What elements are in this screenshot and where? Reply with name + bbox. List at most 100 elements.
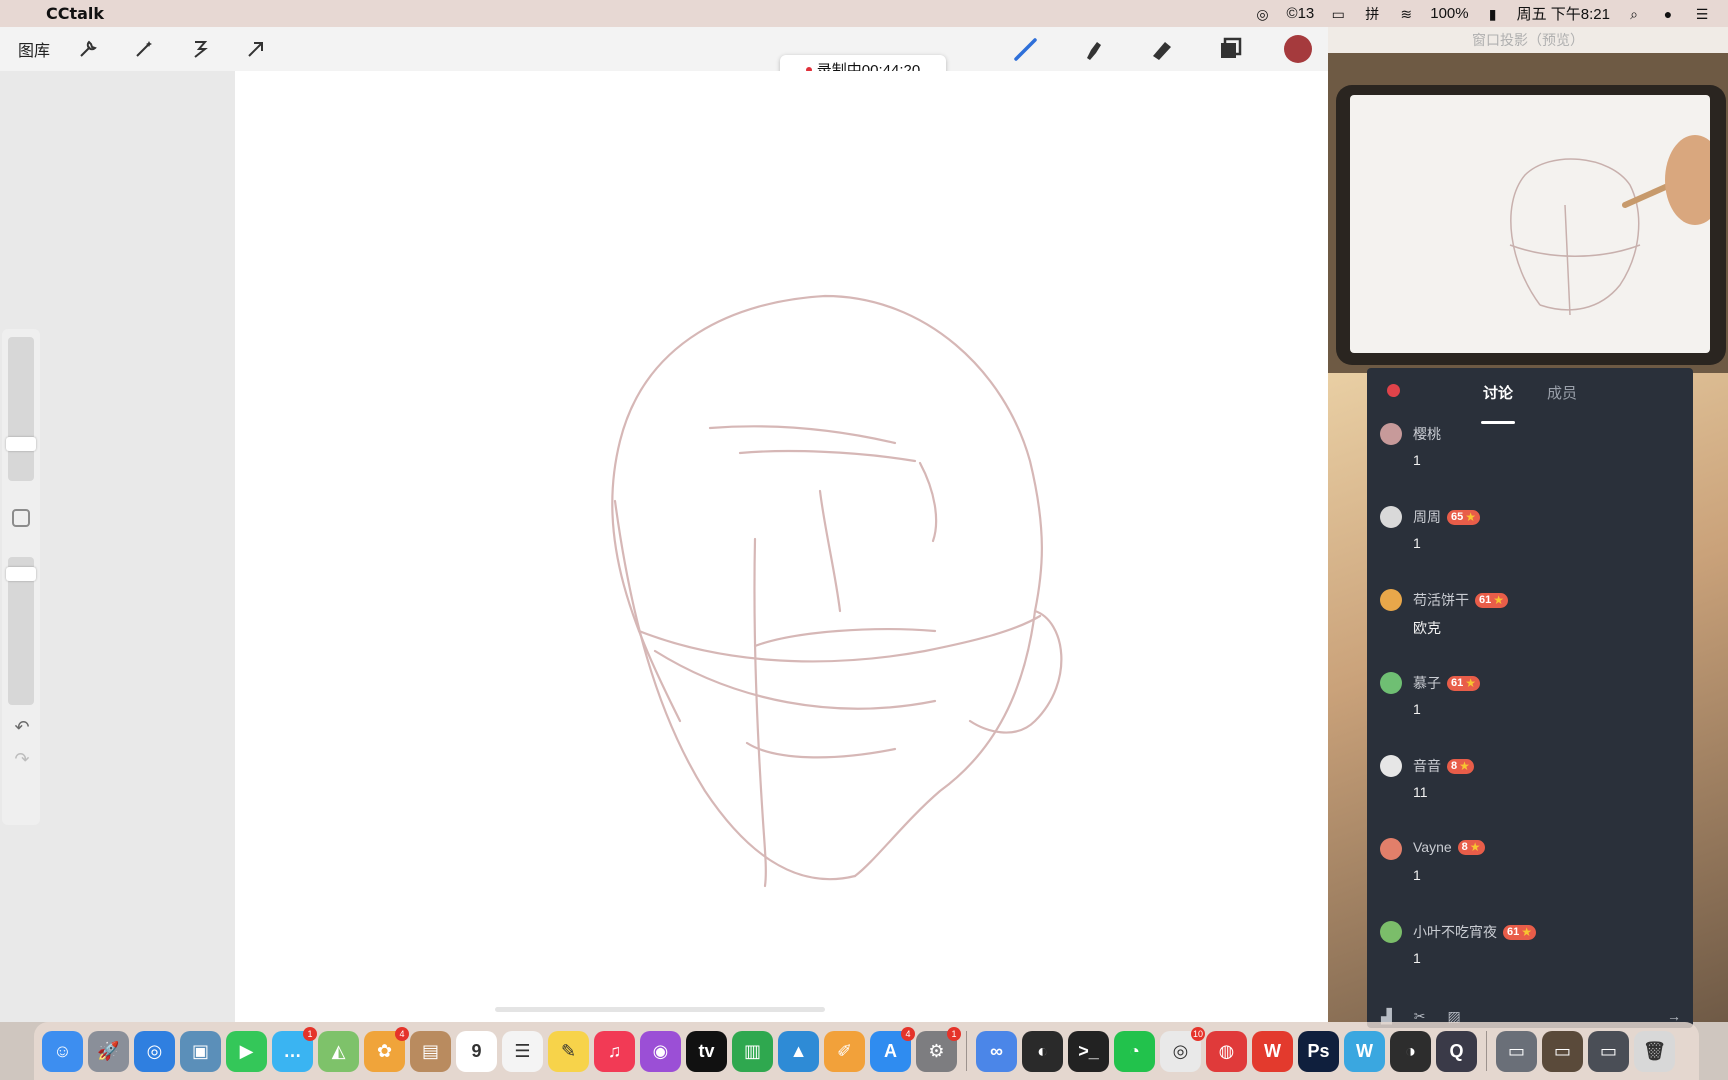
actions-wrench-icon[interactable] [70, 31, 106, 67]
dock-cpu-monitor-icon[interactable]: ◐ [1022, 1030, 1063, 1072]
chat-username[interactable]: 慕子 [1413, 673, 1441, 693]
dock-baidu-netdisk-icon[interactable]: ∞ [976, 1030, 1017, 1072]
eraser-icon[interactable] [1144, 31, 1180, 67]
dock-glyph: ✐ [836, 1040, 853, 1061]
camera-preview [1328, 53, 1728, 373]
transform-arrow-icon[interactable] [238, 31, 274, 67]
brush-size-slider[interactable] [8, 337, 34, 481]
notification-center-icon[interactable]: ☰ [1692, 6, 1712, 22]
dock-recent-window-2-icon[interactable]: ▭ [1542, 1030, 1583, 1072]
level-badge-number: 61 [1451, 677, 1464, 689]
undo-icon[interactable]: ↶ [12, 717, 32, 738]
app-name-menu[interactable]: CCtalk [46, 4, 104, 23]
dock-glyph: ▭ [1507, 1040, 1525, 1061]
modify-button[interactable] [12, 509, 30, 527]
dock-safari-icon[interactable]: ◎ [134, 1030, 175, 1072]
avatar[interactable] [1380, 755, 1402, 777]
chat-username[interactable]: 苟活饼干 [1413, 590, 1469, 610]
dock-notes-icon[interactable]: ✎ [548, 1030, 589, 1072]
dock-photos-icon[interactable]: ✿ 4 [364, 1026, 409, 1072]
chat-message-text: 1 [1413, 452, 1421, 468]
dock-facetime-icon[interactable]: ▶ [226, 1030, 267, 1072]
dock-netease-music-icon[interactable]: ◍ [1206, 1030, 1247, 1072]
chat-username[interactable]: Vayne [1413, 839, 1452, 855]
smudge-icon[interactable] [1076, 31, 1112, 67]
tab-members[interactable]: 成员 [1547, 382, 1577, 412]
dock-recent-window-3-icon[interactable]: ▭ [1588, 1030, 1629, 1072]
chat-message-text: 1 [1413, 867, 1421, 883]
dock: ☺ 🚀 ◎ ▣ ▶… 1 ◭ ✿ 4 ▤ 9 ☰ ✎ ♫ ◉ tv ▥ ▲ ✐ A 4 ⚙ 1 ∞ ◐ >_ ◔ ◎ 10 ◍ W Ps W ◑ Q… [34, 1022, 1699, 1080]
chat-username[interactable]: 樱桃 [1413, 424, 1441, 444]
dock-trash-icon[interactable]: 🗑 [1634, 1030, 1675, 1072]
dock-app-store-icon[interactable]: A4 [870, 1026, 915, 1072]
side-panel: ↶ ↷ [0, 71, 235, 1022]
chat-message-text: 欧克 [1413, 620, 1441, 636]
avatar[interactable] [1380, 589, 1402, 611]
dock-photoshop-icon[interactable]: Ps [1298, 1030, 1339, 1072]
level-badge: 8 ★ [1457, 839, 1485, 855]
dock-keynote-icon[interactable]: ▲ [778, 1030, 819, 1072]
dock-messages-icon[interactable]: … 1 [272, 1026, 317, 1072]
cctalk-status[interactable]: ©13 [1287, 5, 1315, 22]
selection-icon[interactable] [182, 31, 218, 67]
chat-username[interactable]: 小叶不吃宵夜 [1413, 922, 1497, 942]
dock-calendar-icon[interactable]: 9 [456, 1030, 497, 1072]
level-badge: 65 ★ [1447, 509, 1481, 525]
redo-icon[interactable]: ↷ [12, 749, 32, 770]
avatar[interactable] [1380, 506, 1402, 528]
dock-wps-icon[interactable]: W [1252, 1030, 1293, 1072]
dock-reminders-icon[interactable]: ☰ [502, 1030, 543, 1072]
drawing-canvas[interactable] [235, 71, 1328, 1022]
dock-preview-icon[interactable]: ▣ [180, 1030, 221, 1072]
siri-icon[interactable]: ● [1658, 6, 1678, 22]
dock-numbers-icon[interactable]: ▥ [732, 1030, 773, 1072]
dock-pages-icon[interactable]: ✐ [824, 1030, 865, 1072]
dock-wechat-icon[interactable]: ◔ [1114, 1030, 1155, 1072]
avatar[interactable] [1380, 921, 1402, 943]
battery-icon[interactable]: ▮ [1483, 6, 1503, 22]
obs-status-icon[interactable]: ◎ [1253, 6, 1273, 22]
dock-tv-icon[interactable]: tv [686, 1030, 727, 1072]
color-picker[interactable] [1280, 31, 1316, 67]
level-badge-number: 61 [1479, 594, 1492, 606]
display-icon[interactable]: ▭ [1328, 6, 1348, 22]
dock-podcasts-icon[interactable]: ◉ [640, 1030, 681, 1072]
layers-icon[interactable] [1212, 31, 1248, 67]
dock-maps-icon[interactable]: ◭ [318, 1030, 359, 1072]
input-method-icon[interactable]: 拼 [1362, 6, 1382, 22]
head-sketch [611, 294, 1063, 888]
dock-finder-icon[interactable]: ☺ [42, 1030, 83, 1072]
dock-glyph: ▣ [191, 1040, 209, 1061]
brush-size-handle[interactable] [6, 437, 36, 451]
clock[interactable]: 周五 下午8:21 [1517, 3, 1610, 24]
dock-system-preferences-icon[interactable]: ⚙ 1 [916, 1026, 961, 1072]
chat-message-text: 1 [1413, 701, 1421, 717]
dock-chrome-icon[interactable]: ◎ 10 [1160, 1026, 1205, 1072]
tab-discussion[interactable]: 讨论 [1480, 382, 1516, 424]
chat-username[interactable]: 周周 [1413, 507, 1441, 527]
dock-obs-icon[interactable]: ◑ [1390, 1030, 1431, 1072]
ipad-screen-image [1350, 95, 1725, 353]
top-toolbar: 图库 [0, 27, 1328, 71]
dock-word-app-icon[interactable]: W [1344, 1030, 1385, 1072]
dock-separator [966, 1031, 967, 1071]
avatar[interactable] [1380, 423, 1402, 445]
avatar[interactable] [1380, 672, 1402, 694]
dock-launchpad-icon[interactable]: 🚀 [88, 1030, 129, 1072]
avatar[interactable] [1380, 838, 1402, 860]
dock-quicktime-icon[interactable]: Q [1436, 1030, 1477, 1072]
dock-recent-window-1-icon[interactable]: ▭ [1496, 1030, 1537, 1072]
chat-message-list[interactable]: 樱桃 1 周周 65 ★ 1 苟活饼干 61 ★ 欧克 慕子 61 ★ 1 音音 8 ★ 11 Vayne 8 ★ 1 小叶… [1367, 422, 1693, 1003]
brush-icon[interactable] [1008, 31, 1044, 67]
dock-music-icon[interactable]: ♫ [594, 1030, 635, 1072]
chat-username[interactable]: 音音 [1413, 756, 1441, 776]
opacity-handle[interactable] [6, 567, 36, 581]
adjustments-wand-icon[interactable] [126, 31, 162, 67]
dock-terminal-icon[interactable]: >_ [1068, 1030, 1109, 1072]
wifi-icon[interactable]: ≋ [1396, 6, 1416, 22]
spotlight-search-icon[interactable]: ⌕ [1624, 6, 1644, 22]
chat-message: 樱桃 1 [1367, 422, 1693, 505]
dock-glyph: ♫ [607, 1040, 622, 1061]
dock-contacts-icon[interactable]: ▤ [410, 1030, 451, 1072]
gallery-button[interactable]: 图库 [18, 37, 50, 61]
